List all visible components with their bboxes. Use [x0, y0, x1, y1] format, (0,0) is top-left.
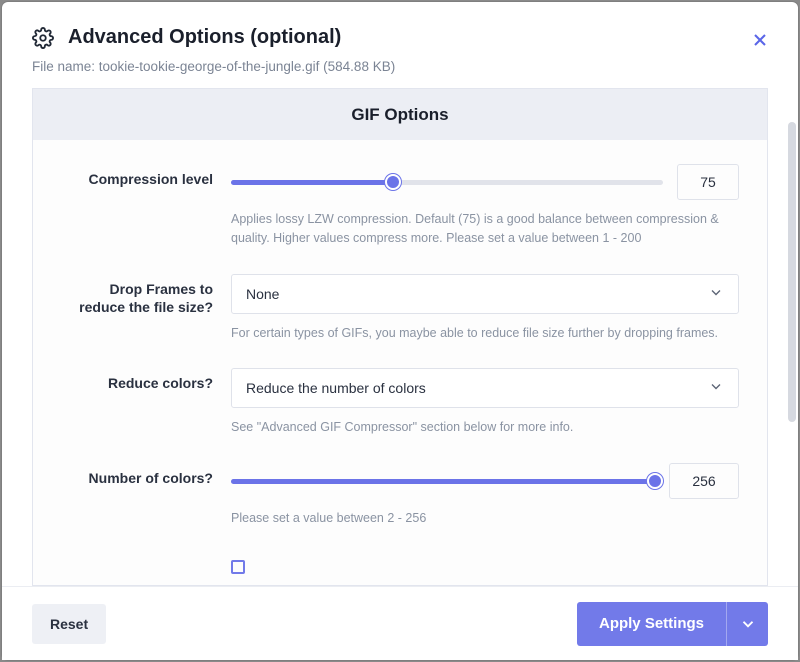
modal-title: Advanced Options (optional): [68, 26, 341, 49]
gear-icon: [32, 27, 54, 49]
label-dropframes: Drop Frames to reduce the file size?: [61, 274, 231, 361]
label-reducecolors: Reduce colors?: [61, 368, 231, 455]
row-cutoff: [61, 554, 739, 579]
file-name-label: File name:: [32, 59, 99, 74]
numcolors-slider[interactable]: 256: [231, 463, 739, 499]
dropframes-value: None: [246, 286, 279, 302]
compression-help: Applies lossy LZW compression. Default (…: [231, 210, 739, 248]
apply-settings-button[interactable]: Apply Settings: [577, 602, 726, 646]
reducecolors-select[interactable]: Reduce the number of colors: [231, 368, 739, 408]
section-body: Compression level 75 Applies lossy LZW c…: [32, 140, 768, 586]
row-dropframes: Drop Frames to reduce the file size? Non…: [61, 274, 739, 361]
apply-button-group: Apply Settings: [577, 602, 768, 646]
apply-dropdown-button[interactable]: [726, 602, 768, 646]
label-compression: Compression level: [61, 164, 231, 266]
reducecolors-help: See "Advanced GIF Compressor" section be…: [231, 418, 739, 437]
slider-fill: [231, 180, 393, 185]
advanced-options-modal: Advanced Options (optional) File name: t…: [2, 2, 798, 660]
slider-thumb[interactable]: [647, 473, 663, 489]
section-title: GIF Options: [32, 88, 768, 140]
chevron-down-icon: [708, 284, 724, 303]
row-numcolors: Number of colors? 256 Please set a value…: [61, 463, 739, 546]
modal-header: Advanced Options (optional): [2, 2, 798, 59]
dropframes-help: For certain types of GIFs, you maybe abl…: [231, 324, 739, 343]
reset-button[interactable]: Reset: [32, 604, 106, 644]
numcolors-help: Please set a value between 2 - 256: [231, 509, 739, 528]
slider-fill: [231, 479, 655, 484]
file-name-row: File name: tookie-tookie-george-of-the-j…: [2, 59, 798, 88]
dropframes-select[interactable]: None: [231, 274, 739, 314]
numcolors-value-input[interactable]: 256: [669, 463, 739, 499]
compression-slider[interactable]: 75: [231, 164, 739, 200]
reducecolors-value: Reduce the number of colors: [246, 380, 426, 396]
close-icon[interactable]: [750, 30, 770, 50]
file-name-value: tookie-tookie-george-of-the-jungle.gif (…: [99, 59, 395, 74]
row-reducecolors: Reduce colors? Reduce the number of colo…: [61, 368, 739, 455]
chevron-down-icon: [708, 379, 724, 398]
slider-thumb[interactable]: [385, 174, 401, 190]
scrollbar[interactable]: [788, 122, 796, 422]
checkbox-icon[interactable]: [231, 560, 245, 574]
modal-footer: Reset Apply Settings: [2, 586, 798, 660]
compression-value-input[interactable]: 75: [677, 164, 739, 200]
label-numcolors: Number of colors?: [61, 463, 231, 546]
row-compression: Compression level 75 Applies lossy LZW c…: [61, 164, 739, 266]
